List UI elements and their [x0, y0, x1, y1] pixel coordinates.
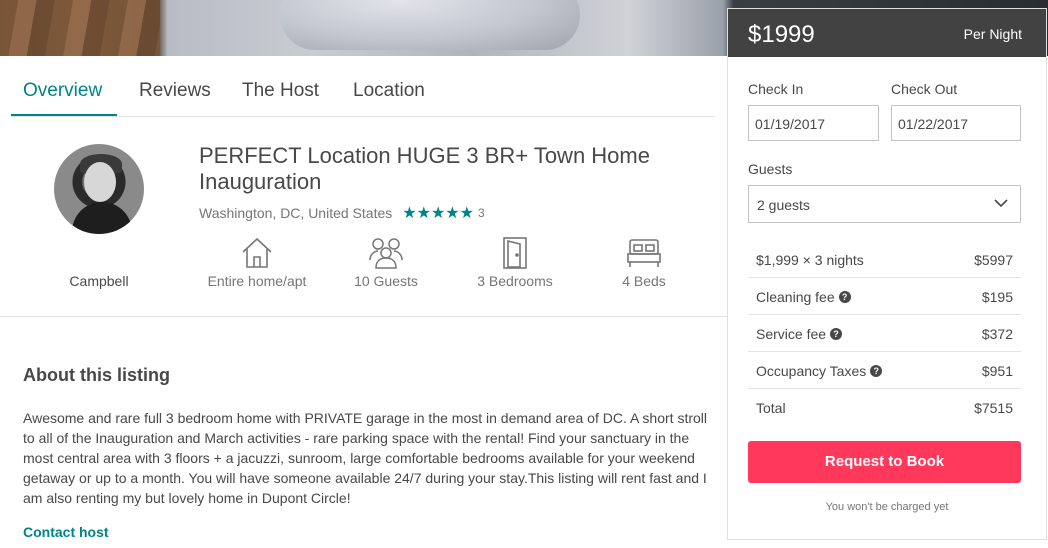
tab-the-host[interactable]: The Host [242, 80, 319, 102]
check-out-label: Check Out [891, 81, 958, 97]
contact-host-link[interactable]: Contact host [23, 524, 109, 540]
amenity-label: Entire home/apt [207, 273, 307, 289]
active-tab-indicator [11, 114, 117, 116]
door-icon [503, 237, 527, 269]
guests-select[interactable]: 2 guests [748, 185, 1021, 223]
price-breakdown: $1,999 × 3 nights $5997 Cleaning fee? $1… [748, 241, 1021, 426]
line-value: $7515 [974, 400, 1013, 416]
help-icon[interactable]: ? [838, 291, 851, 303]
photo-floor [0, 0, 160, 56]
line-value: $5997 [974, 252, 1013, 268]
line-label: Occupancy Taxes [756, 363, 867, 379]
home-icon [242, 237, 272, 268]
guests-value: 2 guests [757, 197, 810, 213]
guests-label: Guests [748, 161, 793, 177]
host-avatar[interactable] [54, 144, 144, 234]
price-line-nights: $1,999 × 3 nights $5997 [748, 241, 1021, 278]
section-divider [0, 316, 727, 317]
tab-location[interactable]: Location [353, 80, 425, 102]
avatar-face [84, 162, 116, 202]
no-charge-note: You won't be charged yet [825, 501, 949, 513]
guests-icon [369, 238, 403, 269]
line-value: $951 [981, 363, 1013, 379]
line-label-wrap: Occupancy Taxes? [756, 363, 883, 379]
price-line-service: Service fee? $372 [748, 315, 1021, 352]
price-line-taxes: Occupancy Taxes? $951 [748, 352, 1021, 389]
help-icon[interactable]: ? [830, 328, 843, 340]
request-to-book-button[interactable]: Request to Book [748, 441, 1021, 483]
amenity-beds: 4 Beds [584, 236, 704, 289]
per-night-label: Per Night [963, 26, 1022, 42]
amenity-label: 4 Beds [622, 273, 666, 289]
nightly-price: $1999 [748, 21, 815, 48]
amenity-label: 3 Bedrooms [477, 273, 553, 289]
star-icon: ★ [459, 205, 474, 222]
price-line-total: Total $7515 [748, 389, 1021, 426]
rating-stars[interactable]: ★ ★ ★ ★ ★ [402, 203, 474, 223]
chevron-down-icon [994, 199, 1008, 208]
star-icon: ★ [430, 205, 446, 222]
star-icon: ★ [416, 205, 431, 222]
listing-tabs: Overview Reviews The Host Location [11, 56, 715, 117]
star-icon: ★ [402, 205, 417, 222]
about-description: Awesome and rare full 3 bedroom home wit… [23, 410, 708, 506]
line-label: Total [756, 400, 786, 416]
price-bar: $1999 Per Night [728, 9, 1046, 57]
line-label-wrap: Service fee? [756, 326, 843, 342]
bed-icon [627, 239, 661, 267]
booking-panel: $1999 Per Night Check In Check Out 01/19… [727, 8, 1047, 540]
line-label-wrap: Cleaning fee? [756, 289, 851, 305]
help-icon[interactable]: ? [870, 365, 883, 377]
avatar-shirt [72, 202, 132, 234]
review-count[interactable]: 3 [478, 206, 485, 220]
check-in-label: Check In [748, 81, 804, 97]
check-out-input[interactable]: 01/22/2017 [891, 105, 1021, 141]
amenity-bedrooms: 3 Bedrooms [455, 236, 575, 289]
about-heading: About this listing [23, 365, 170, 385]
amenity-label: 10 Guests [354, 273, 418, 289]
line-value: $195 [981, 289, 1013, 305]
price-line-cleaning: Cleaning fee? $195 [748, 278, 1021, 315]
check-in-input[interactable]: 01/19/2017 [748, 105, 879, 141]
line-value: $372 [981, 326, 1013, 342]
amenity-guests: 10 Guests [326, 236, 446, 289]
tab-reviews[interactable]: Reviews [139, 80, 211, 102]
line-label: Service fee [756, 326, 827, 342]
listing-title: PERFECT Location HUGE 3 BR+ Town Home In… [199, 143, 650, 194]
star-icon: ★ [445, 205, 460, 222]
listing-location: Washington, DC, United States [199, 205, 393, 221]
line-label: Cleaning fee [756, 289, 835, 305]
photo-cushion [280, 0, 580, 50]
tab-overview[interactable]: Overview [23, 80, 102, 102]
listing-location-row: Washington, DC, United States ★ ★ ★ ★ ★ 3 [199, 203, 485, 223]
line-label: $1,999 × 3 nights [756, 252, 864, 268]
host-name[interactable]: Campbell [54, 273, 144, 289]
amenity-home-type: Entire home/apt [197, 236, 317, 289]
